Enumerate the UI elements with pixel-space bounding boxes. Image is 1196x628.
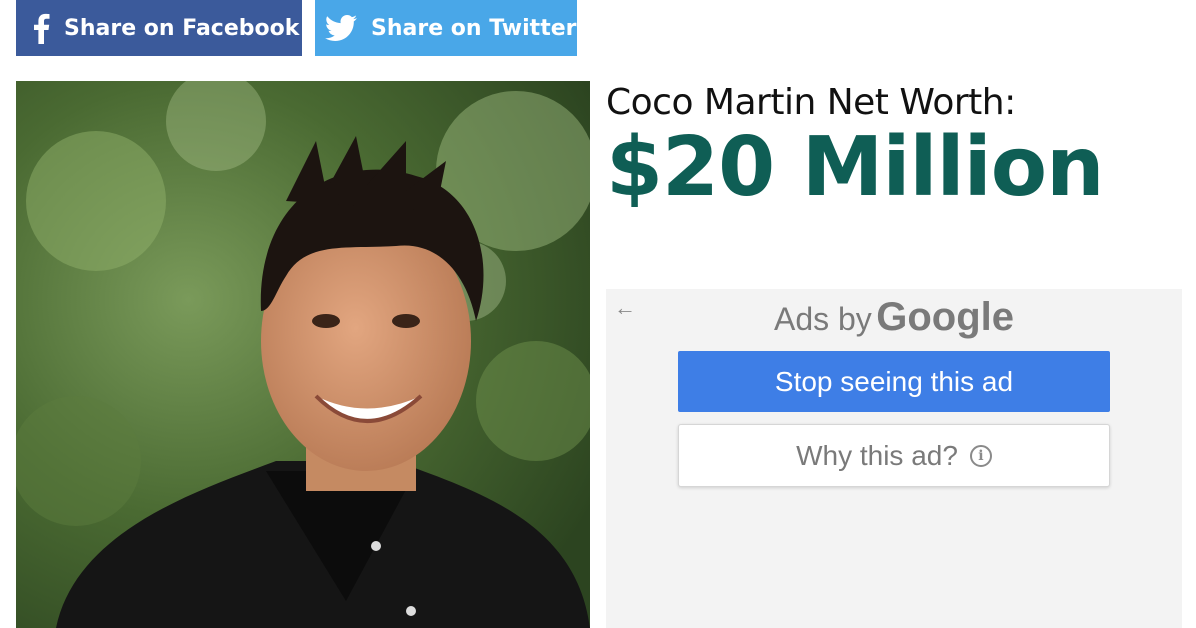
- google-logo: Google: [876, 295, 1015, 339]
- ads-by-label: Ads by: [773, 301, 872, 337]
- twitter-icon: [325, 15, 357, 41]
- info-icon: i: [969, 444, 992, 467]
- net-worth-value: $20 Million: [606, 120, 1104, 215]
- ad-panel: ← Ads by Google Stop seeing this ad Why …: [606, 289, 1182, 628]
- profile-photo: [16, 81, 590, 628]
- headline: Coco Martin Net Worth: $20 Million: [606, 80, 1186, 216]
- why-this-ad-label: Why this ad?: [796, 439, 958, 471]
- ads-by-google: Ads by Google: [606, 295, 1182, 340]
- facebook-icon: [32, 12, 50, 44]
- share-twitter-button[interactable]: Share on Twitter: [315, 0, 577, 56]
- share-facebook-label: Share on Facebook: [64, 15, 300, 41]
- why-this-ad-button[interactable]: Why this ad? i: [678, 424, 1110, 487]
- share-twitter-label: Share on Twitter: [371, 15, 577, 41]
- share-facebook-button[interactable]: Share on Facebook: [16, 0, 302, 56]
- stop-seeing-ad-button[interactable]: Stop seeing this ad: [678, 351, 1110, 412]
- stop-seeing-ad-label: Stop seeing this ad: [774, 365, 1014, 397]
